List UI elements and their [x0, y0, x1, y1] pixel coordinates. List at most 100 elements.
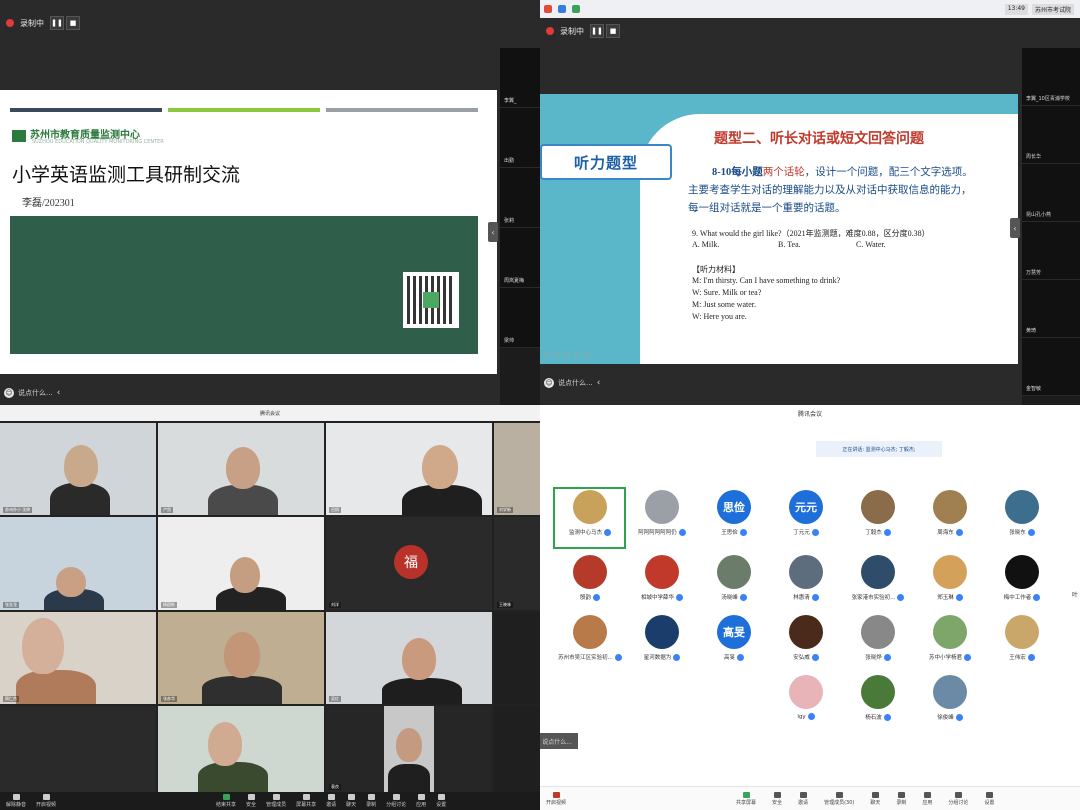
settings-button[interactable]: 设置: [436, 794, 446, 808]
screen-share-button[interactable]: 屏幕共享: [296, 794, 316, 808]
video-tile[interactable]: 刘学新: [494, 423, 540, 515]
stop-recording-button[interactable]: ■: [606, 24, 620, 38]
participant-thumb[interactable]: 昆山孔小燕: [1022, 164, 1080, 222]
attendee-item[interactable]: 元元 丁元元: [770, 490, 842, 536]
chevron-left-icon[interactable]: ‹: [57, 388, 61, 398]
chevron-left-icon[interactable]: ‹: [597, 378, 601, 388]
video-button[interactable]: 开启视频: [546, 791, 566, 806]
pen-icon[interactable]: [544, 352, 550, 358]
attendee-item[interactable]: 梅中工作者: [986, 555, 1058, 601]
attendee-item[interactable]: 星河数据为: [626, 615, 698, 661]
video-tile[interactable]: 周仁杰: [0, 612, 156, 704]
apps-button[interactable]: 应用: [416, 794, 426, 808]
avatar: [717, 555, 751, 589]
attendee-item[interactable]: 高旻 高旻: [698, 615, 770, 661]
eraser-icon[interactable]: [554, 352, 560, 358]
avatar: [789, 615, 823, 649]
breakout-button[interactable]: 分组讨论: [948, 791, 968, 806]
video-tile[interactable]: [494, 612, 540, 704]
attendee-item[interactable]: lgy: [770, 675, 842, 720]
security-button[interactable]: 安全: [772, 791, 782, 806]
emoji-icon[interactable]: ☺: [544, 378, 554, 388]
attendee-item[interactable]: 丁毅杰: [842, 490, 914, 536]
invite-button[interactable]: 邀请: [326, 794, 336, 808]
video-tile-avatar[interactable]: 福 刘洋: [326, 517, 492, 610]
video-button[interactable]: 开启视频: [36, 794, 56, 808]
video-tile[interactable]: 张彦华: [158, 612, 324, 704]
attendee-item[interactable]: 苏州市吴江区实验初...: [554, 615, 626, 661]
video-tile[interactable]: 王晓林: [494, 517, 540, 610]
participant-thumb[interactable]: 万慧芳: [1022, 222, 1080, 280]
bar-2: [168, 108, 320, 112]
attendee-item[interactable]: 苏中小学杨君: [914, 615, 986, 661]
participant-thumb[interactable]: 李翼_: [500, 48, 540, 108]
attendee-item[interactable]: 林惠清: [770, 555, 842, 601]
unmute-button[interactable]: 解除静音: [6, 794, 26, 808]
record-button[interactable]: 录制: [366, 794, 376, 808]
invite-button[interactable]: 邀请: [798, 791, 808, 806]
pointer-icon[interactable]: [564, 352, 570, 358]
chat-bar[interactable]: 说点什么...: [540, 733, 578, 749]
video-tile[interactable]: 吕炳: [326, 423, 492, 515]
chat-button[interactable]: 聊天: [870, 791, 880, 806]
attendee-item[interactable]: 周海东: [914, 490, 986, 536]
video-tile[interactable]: 苏州外小 沈婷: [0, 423, 156, 515]
attendee-item[interactable]: 相城中学薛华: [626, 555, 698, 601]
attendee-item[interactable]: 汤晓峰: [698, 555, 770, 601]
attendee-item[interactable]: 张晓东: [986, 490, 1058, 536]
chat-placeholder[interactable]: 说点什么...: [18, 388, 53, 398]
participant-thumb[interactable]: 周岚夏梅: [500, 228, 540, 288]
video-tile[interactable]: 吴红: [326, 612, 492, 704]
collapse-sidebar-button[interactable]: ‹: [1010, 218, 1020, 238]
security-button[interactable]: 安全: [246, 794, 256, 808]
collapse-sidebar-button[interactable]: ‹: [488, 222, 498, 242]
shape-icon[interactable]: [574, 352, 580, 358]
chat-bar[interactable]: ☺ 说点什么... ‹: [544, 378, 600, 388]
attendee-item[interactable]: 徐俊峰: [914, 675, 986, 721]
manage-members-button[interactable]: 管理成员(30): [824, 791, 854, 806]
attendee-item[interactable]: 安弘威: [770, 615, 842, 661]
emoji-icon[interactable]: ☺: [4, 388, 14, 398]
participant-thumb[interactable]: 金智敏: [1022, 338, 1080, 396]
video-tile[interactable]: [0, 706, 156, 792]
listening-badge: 听力题型: [540, 144, 672, 180]
participant-thumb[interactable]: 张莉: [500, 168, 540, 228]
video-tile[interactable]: 袁良: [326, 706, 492, 792]
video-tile[interactable]: 张金龙: [0, 517, 156, 610]
chat-button[interactable]: 聊天: [346, 794, 356, 808]
apps-button[interactable]: 应用: [922, 791, 932, 806]
color-icon[interactable]: [584, 352, 590, 358]
participant-thumb[interactable]: 出勤: [500, 108, 540, 168]
attendee-item[interactable]: 杨石波: [842, 675, 914, 721]
attendee-item[interactable]: 张家港市实验初...: [842, 555, 914, 601]
video-tile[interactable]: 杨国栋: [158, 517, 324, 610]
video-tile[interactable]: [494, 706, 540, 792]
video-tile[interactable]: [158, 706, 324, 792]
attendee-item[interactable]: 郑玉琳: [914, 555, 986, 601]
pause-recording-button[interactable]: ❚❚: [50, 16, 64, 30]
participant-thumb[interactable]: 黄琦: [1022, 280, 1080, 338]
attendee-item[interactable]: 张晓烨: [842, 615, 914, 661]
participant-thumb[interactable]: 梁帅: [500, 288, 540, 348]
stop-recording-button[interactable]: ■: [66, 16, 80, 30]
chat-placeholder[interactable]: 说点什么...: [542, 737, 572, 746]
window-name[interactable]: 苏州市考试院: [1031, 4, 1074, 15]
settings-button[interactable]: 设置: [984, 791, 994, 806]
chat-placeholder[interactable]: 说点什么...: [558, 378, 593, 388]
stop-share-button[interactable]: 结束共享: [216, 794, 236, 808]
annotation-toolbar[interactable]: [540, 350, 620, 360]
participant-thumb[interactable]: 李翼_10区青浦学校: [1022, 48, 1080, 106]
video-tile[interactable]: 卢剑: [158, 423, 324, 515]
breakout-button[interactable]: 分组讨论: [386, 794, 406, 808]
participant-thumb[interactable]: 周长华: [1022, 106, 1080, 164]
chat-bar[interactable]: ☺ 说点什么... ‹: [4, 388, 60, 398]
share-screen-button[interactable]: 共享屏幕: [736, 791, 756, 806]
pause-recording-button[interactable]: ❚❚: [590, 24, 604, 38]
attendee-item[interactable]: 殷韵: [554, 555, 626, 601]
attendee-item[interactable]: 阿阿阿阿阿阿仍: [626, 490, 698, 536]
record-button[interactable]: 录制: [896, 791, 906, 806]
attendee-item[interactable]: 思俭 王思俭: [698, 490, 770, 536]
attendee-item[interactable]: 监测中心马杰: [554, 490, 626, 536]
attendee-item[interactable]: 王伟宏: [986, 615, 1058, 661]
manage-members-button[interactable]: 管理成员: [266, 794, 286, 808]
